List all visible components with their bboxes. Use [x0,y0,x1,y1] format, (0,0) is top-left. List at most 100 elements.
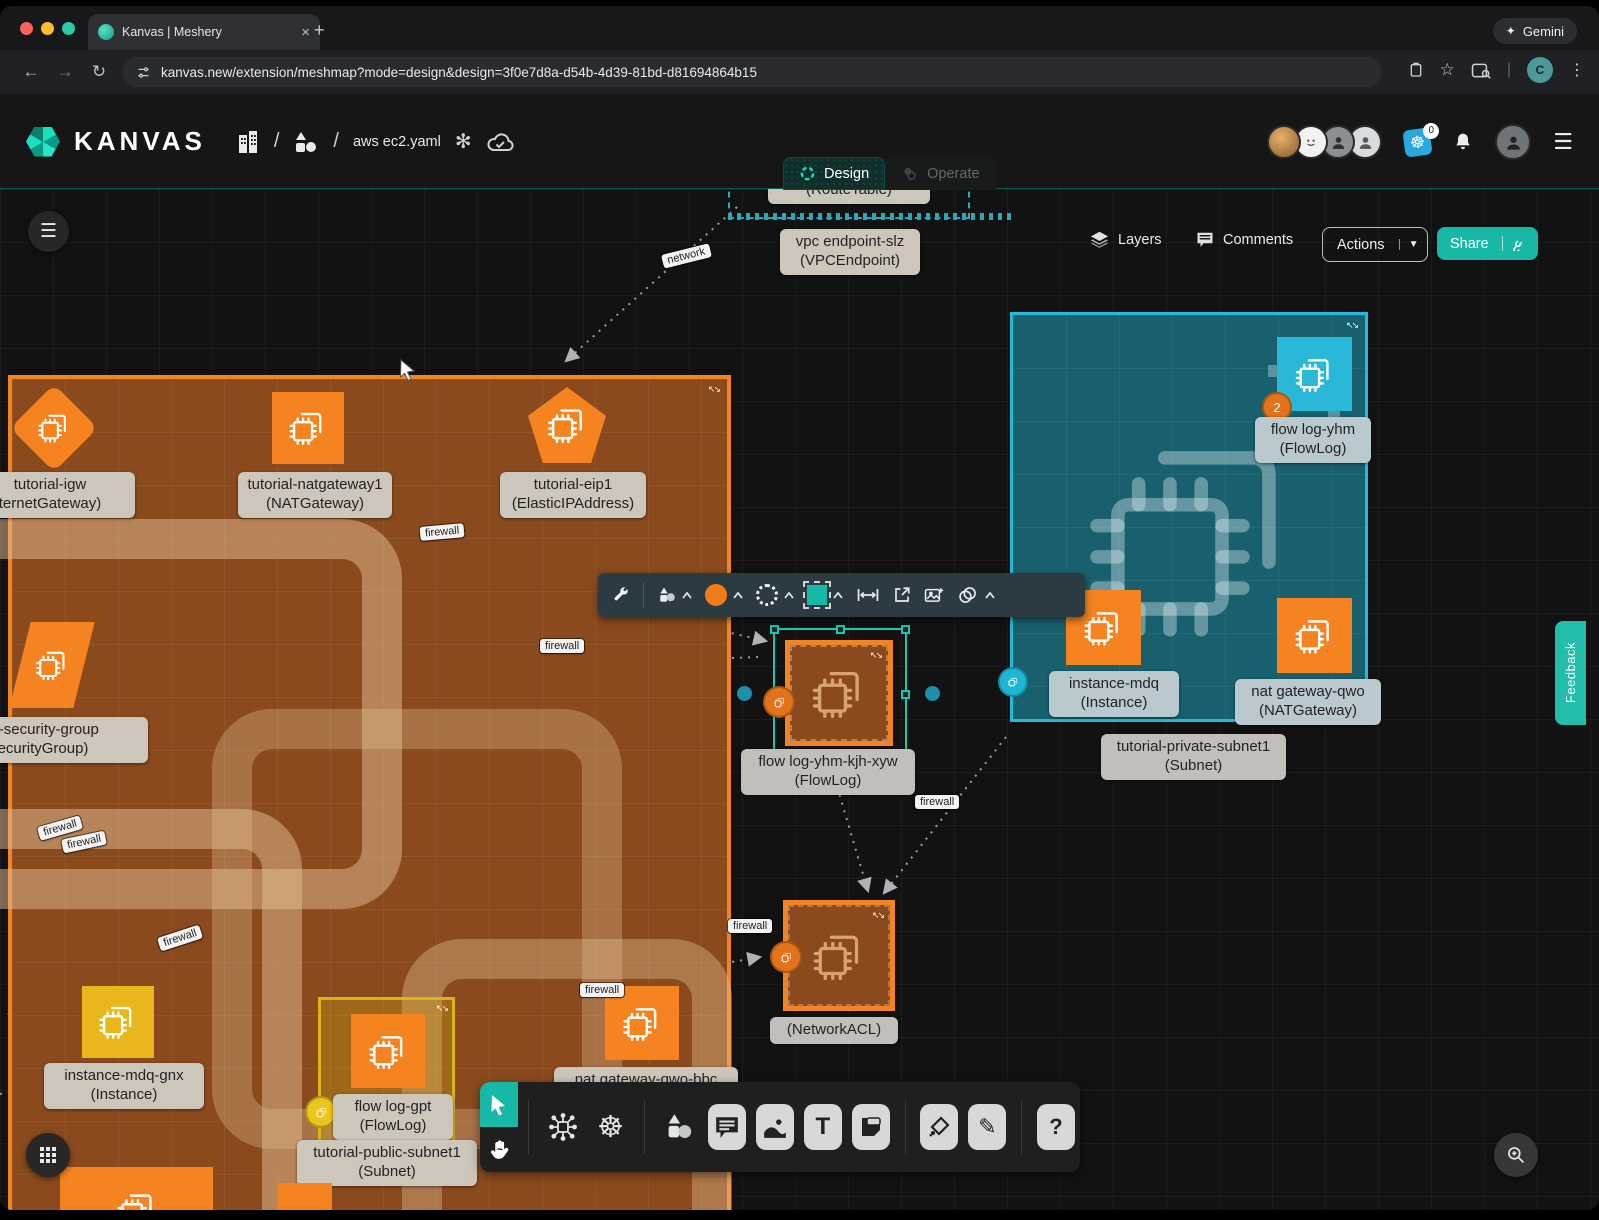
node-resize-icon[interactable]: ↖↘ [870,651,881,659]
chevron-up-icon[interactable] [733,592,743,599]
actions-button[interactable]: Actions ▼ [1322,227,1428,262]
save-clipboard-icon[interactable] [1408,61,1424,79]
node-nat-gateway-bbc[interactable] [605,986,679,1060]
design-config-icon[interactable]: ✻ [455,129,472,154]
color-tool[interactable] [705,584,743,606]
widgets-grid-button[interactable] [26,1133,70,1177]
node-flow-log-gpt[interactable] [351,1014,425,1088]
kanvas-logo-icon[interactable] [26,127,60,157]
design-filename[interactable]: aws ec2.yaml [353,134,441,150]
region-resize-icon[interactable]: ↖↘ [708,385,719,393]
chevron-up-icon[interactable] [833,592,843,599]
flow-log-selected-badge[interactable] [763,686,795,718]
connection-port[interactable] [737,686,752,701]
selection-handle[interactable] [901,625,910,634]
address-bar[interactable]: kanvas.new/extension/meshmap?mode=design… [122,57,1382,87]
fill-color-swatch[interactable] [705,584,727,606]
network-acl-badge[interactable] [770,941,802,973]
region-resize-icon[interactable]: ↖↘ [1346,321,1357,329]
header-menu-icon[interactable]: ☰ [1553,129,1573,155]
node-resize-icon[interactable]: ↖↘ [872,911,883,919]
selection-handle[interactable] [901,690,910,699]
connection-port[interactable] [925,686,940,701]
actions-dropdown-caret-icon[interactable]: ▼ [1399,239,1428,250]
chevron-up-icon[interactable] [784,592,794,599]
edge-label-firewall[interactable]: firewall [728,919,772,933]
reload-button[interactable]: ↻ [82,62,116,82]
node-nat-gateway-qwo[interactable] [1277,598,1352,673]
shapes-tool-dock[interactable] [660,1104,698,1150]
pan-tool[interactable] [480,1127,518,1172]
forward-button[interactable]: → [48,62,82,82]
zoom-window-button[interactable] [62,22,75,35]
browser-profile-avatar[interactable]: C [1527,57,1553,83]
node-flow-log-gpt-group[interactable]: ↖↘ flow log-gpt (FlowLog) [318,997,455,1154]
node-partial-bottom[interactable] [60,1167,213,1210]
region-private-subnet[interactable]: ↖↘ 2 flow log-yhm (FlowLog) instance-mdq… [1010,312,1368,722]
design-canvas[interactable]: (RouteTable) vpc endpoint-slz (VPCEndpoi… [0,188,1599,1210]
avatar[interactable] [1267,125,1301,159]
note-tool[interactable] [852,1104,890,1150]
open-external-icon[interactable] [893,586,911,604]
edge-label-firewall[interactable]: firewall [915,795,959,809]
close-window-button[interactable] [20,22,33,35]
node-partial-bottom[interactable] [278,1183,332,1210]
edge-label-network[interactable]: network [661,243,711,268]
node-resize-icon[interactable]: ↖↘ [436,1004,447,1012]
node-flow-log-selected-frame[interactable]: ↖↘ [773,628,907,760]
node-flow-log-selected[interactable]: ↖↘ [785,640,893,746]
shapes-tool[interactable] [657,586,692,604]
kubernetes-tool[interactable]: ☸ [592,1104,630,1150]
edge-label-firewall[interactable]: firewall [580,983,624,997]
edge-label-firewall[interactable]: firewall [540,639,584,653]
bookmark-star-icon[interactable]: ☆ [1440,60,1455,80]
selection-handle[interactable] [770,625,779,634]
feedback-tab[interactable]: Feedback [1555,621,1586,725]
draw-pencil-tool[interactable]: ✎ [968,1104,1006,1150]
minimize-window-button[interactable] [41,22,54,35]
cluster-status[interactable]: ☸ 0 [1404,129,1431,156]
collaborator-avatars[interactable] [1274,125,1382,159]
layers-button[interactable]: Layers [1090,231,1162,248]
chevron-up-icon[interactable] [985,592,995,599]
back-button[interactable]: ← [14,62,48,82]
tab-close-icon[interactable]: × [301,24,310,41]
user-avatar[interactable] [1495,124,1531,160]
cloud-sync-icon[interactable] [486,131,514,153]
selection-handle[interactable] [836,625,845,634]
gemini-button[interactable]: ✦ Gemini [1493,18,1577,44]
kebab-menu-icon[interactable]: ⋮ [1569,60,1585,80]
text-tool[interactable]: T [804,1104,842,1150]
comments-button[interactable]: Comments [1196,231,1293,248]
traffic-lights[interactable] [20,22,75,35]
help-tool[interactable]: ? [1037,1104,1075,1150]
node-nat-gateway-1[interactable] [272,392,344,464]
canvas-menu-button[interactable]: ☰ [28,211,69,252]
node-instance-gnx[interactable] [82,986,154,1058]
subnet-port-badge[interactable] [998,667,1028,697]
tab-operate[interactable]: Operate [885,157,995,190]
chevron-up-icon[interactable] [682,592,692,599]
browser-tab[interactable]: Kanvas | Meshery × [88,14,320,50]
workspace-shapes-icon[interactable] [293,130,319,154]
components-tool[interactable] [544,1104,582,1150]
selection-style-tool[interactable] [807,585,843,605]
annotate-pen-tool[interactable] [920,1104,958,1150]
tab-search-icon[interactable] [1471,62,1491,79]
organization-icon[interactable] [236,129,260,155]
new-tab-button[interactable]: + [314,20,325,41]
comment-tool[interactable] [708,1104,746,1150]
zoom-search-button[interactable] [1494,1133,1538,1177]
share-link-icon[interactable] [1502,236,1538,251]
tokens-tool[interactable] [957,585,995,605]
border-style-tool[interactable] [756,584,794,606]
select-tool[interactable] [480,1082,518,1127]
node-elastic-ip[interactable] [528,387,606,463]
resize-width-icon[interactable] [856,586,880,604]
tab-design[interactable]: Design [783,157,885,190]
media-tool[interactable] [756,1104,794,1150]
notifications-bell-icon[interactable] [1453,131,1473,153]
share-button[interactable]: Share [1437,227,1538,260]
configure-wrench-icon[interactable] [612,586,630,604]
site-settings-icon[interactable] [136,65,151,80]
